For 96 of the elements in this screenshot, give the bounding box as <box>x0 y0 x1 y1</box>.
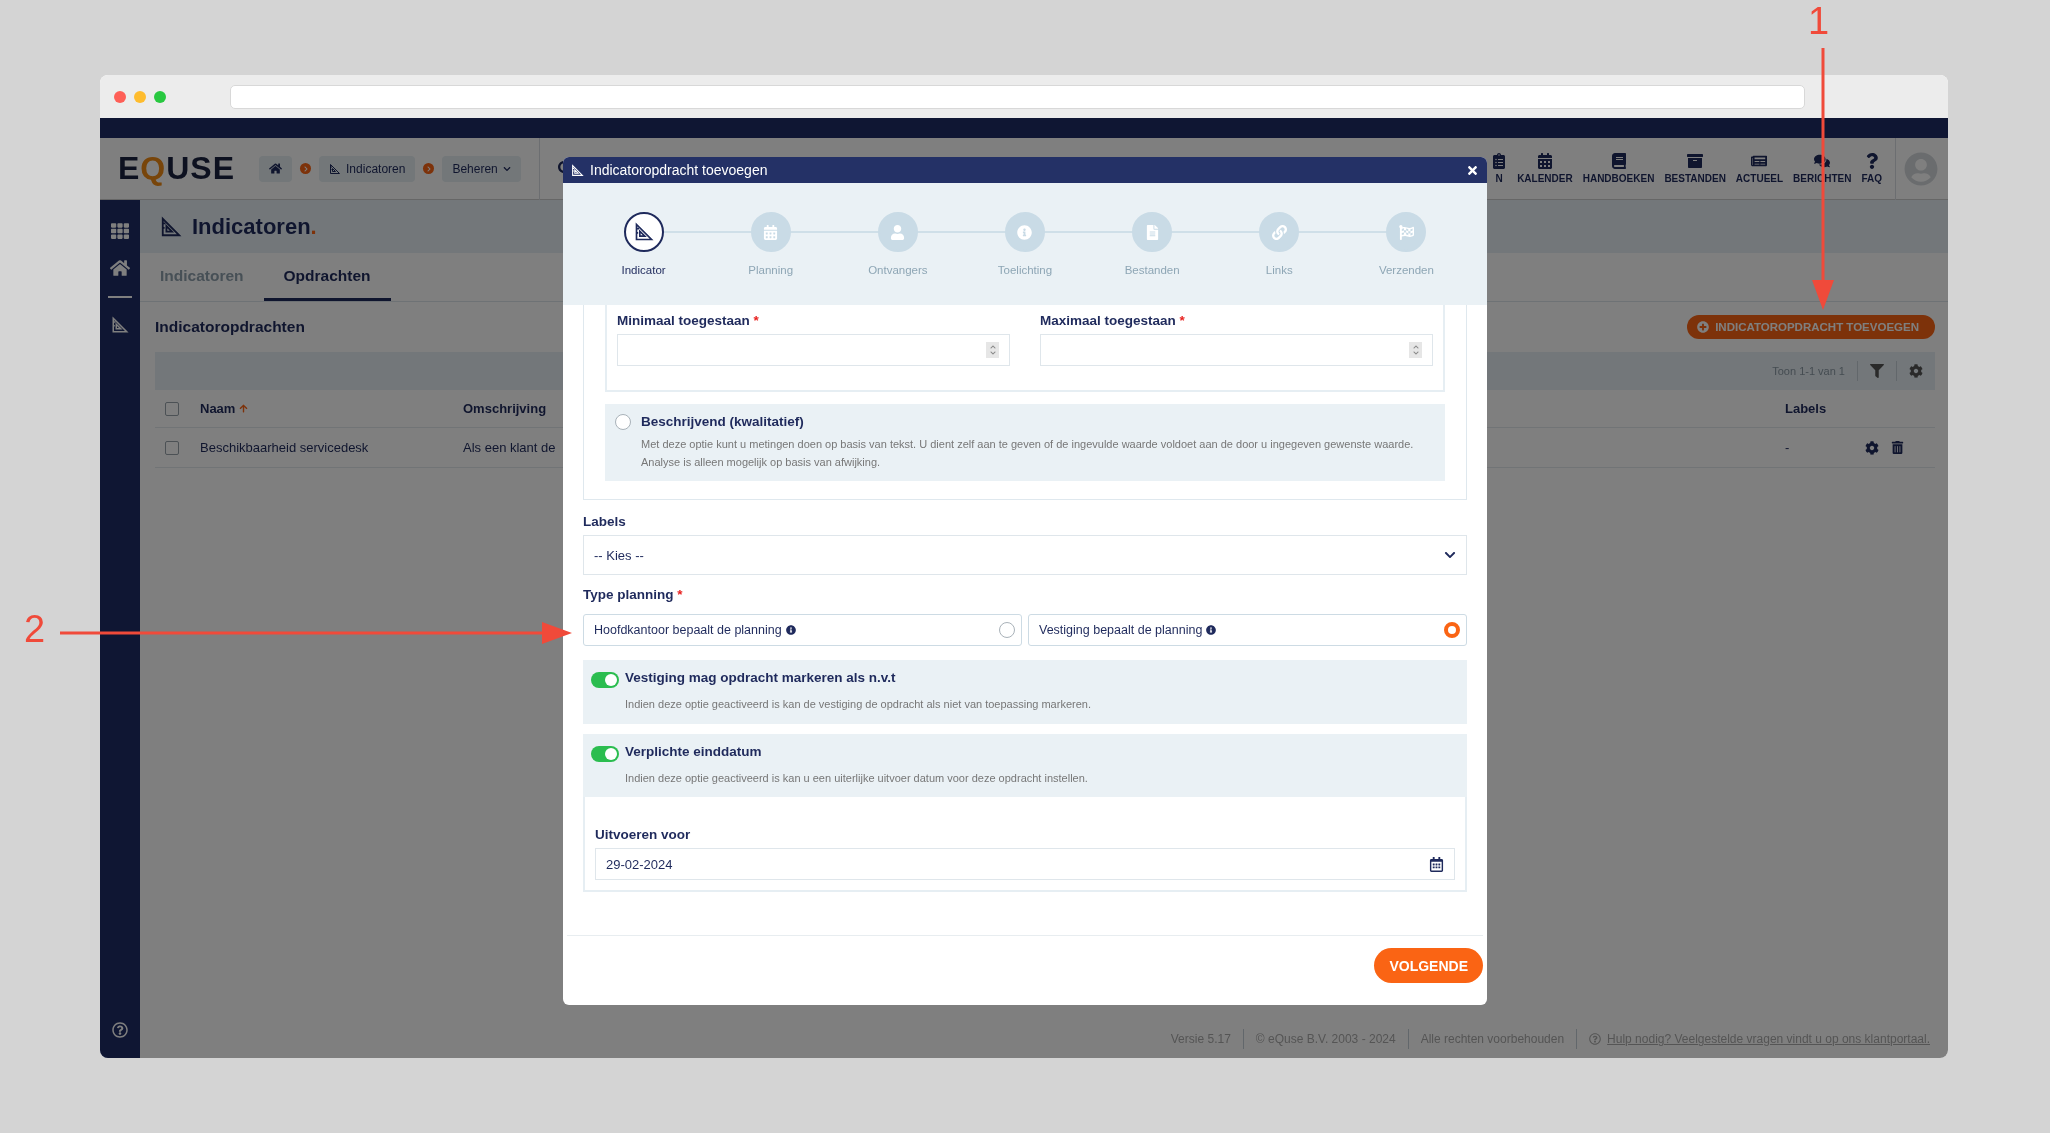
newspaper-icon <box>1751 153 1768 169</box>
chevron-down-icon <box>502 164 511 173</box>
home-icon <box>269 162 283 175</box>
step-label: Ontvangers <box>868 264 928 276</box>
nav-item[interactable]: N <box>1486 153 1513 184</box>
option-label: Hoofdkantoor bepaalt de planning <box>594 623 796 638</box>
step-label: Planning <box>748 264 794 276</box>
filter-icon[interactable] <box>1870 364 1884 378</box>
column-header[interactable]: Naam <box>200 401 463 416</box>
chevron-right-icon <box>300 163 312 174</box>
required-mark: * <box>677 587 683 603</box>
radio-button[interactable] <box>615 414 631 430</box>
link-icon <box>1271 224 1287 240</box>
apps-grid-icon[interactable] <box>111 222 129 240</box>
field-label: Type planning * <box>583 587 684 603</box>
required-mark: * <box>1179 313 1185 328</box>
step-label: Toelichting <box>997 264 1053 276</box>
spinner-icon <box>986 342 999 358</box>
number-field[interactable] <box>1040 334 1433 366</box>
document-icon <box>1144 224 1160 240</box>
manage-dropdown[interactable]: Beheren <box>442 155 521 182</box>
checkbox[interactable] <box>165 440 179 455</box>
step-label: Links <box>1265 264 1293 276</box>
user-icon <box>890 224 906 240</box>
title-dot: . <box>310 213 317 240</box>
table-cell: - <box>1785 440 1790 455</box>
logo: EQUSE <box>118 150 236 187</box>
section-title: Indicatoropdrachten <box>155 318 305 336</box>
address-bar[interactable] <box>230 84 1805 109</box>
archive-box-icon <box>1687 153 1704 169</box>
help-icon <box>1589 1033 1602 1045</box>
checkered-flag-icon <box>1398 224 1414 240</box>
close-window-dot[interactable] <box>114 90 126 103</box>
info-icon <box>1206 625 1217 636</box>
calendar-icon <box>1536 153 1553 169</box>
plus-icon <box>1697 321 1710 333</box>
maximize-window-dot[interactable] <box>154 90 166 103</box>
table-cell: Beschikbaarheid servicedesk <box>200 440 369 455</box>
annotation-number: 2 <box>24 608 46 651</box>
calendar-icon[interactable] <box>1429 856 1444 872</box>
nav-item[interactable]: KALENDER <box>1512 153 1578 184</box>
column-header[interactable]: Labels <box>1785 401 1865 416</box>
labels-select[interactable]: -- Kies -- <box>583 535 1467 576</box>
radio-option[interactable]: Hoofdkantoor bepaalt de planning <box>583 614 1022 647</box>
radio-option[interactable]: Vestiging bepaalt de planning <box>1028 614 1467 647</box>
home-button[interactable] <box>259 155 293 182</box>
step-label: Bestanden <box>1124 264 1180 276</box>
annotation-number: 1 <box>1808 0 1830 43</box>
nav-item[interactable]: FAQ <box>1856 153 1887 184</box>
breadcrumb-link[interactable]: Indicatoren <box>319 155 416 182</box>
help-icon[interactable] <box>112 1022 128 1038</box>
toggle-switch[interactable] <box>591 745 619 762</box>
option-title: Verplichte einddatum <box>625 743 763 761</box>
option-description: Indien deze optie geactiveerd is kan u een uiterlijke uitvoer datum voor deze opdracht instellen. <box>625 770 1089 786</box>
radio-button[interactable] <box>999 622 1015 639</box>
minimize-window-dot[interactable] <box>134 90 146 103</box>
nav-item[interactable]: ACTUEEL <box>1730 153 1789 184</box>
book-icon <box>1610 153 1627 169</box>
date-field[interactable]: 29-02-2024 <box>595 848 1455 881</box>
spinner-icon <box>1409 342 1422 358</box>
add-assignment-button[interactable]: INDICATOROPDRACHT TOEVOEGEN <box>1687 315 1935 339</box>
page-title: Indicatoren <box>192 213 311 240</box>
step-label: Indicator <box>621 264 666 276</box>
next-button[interactable]: VOLGENDE <box>1374 948 1483 983</box>
radio-button[interactable] <box>1444 622 1460 639</box>
info-icon <box>785 625 796 636</box>
field-label: Maximaal toegestaan * <box>1040 313 1186 328</box>
field-label: Labels <box>583 514 627 530</box>
info-icon <box>1017 224 1033 240</box>
trash-icon[interactable] <box>1891 441 1904 454</box>
toggle-switch[interactable] <box>591 672 619 689</box>
option-title: Beschrijvend (kwalitatief) <box>641 414 805 430</box>
option-label: Vestiging bepaalt de planning <box>1039 623 1217 638</box>
home-icon[interactable] <box>110 258 130 278</box>
option-description: Indien deze optie geactiveerd is kan de vestiging de opdracht als niet van toepassing markeren. <box>625 697 1092 713</box>
option-description: Met deze optie kunt u metingen doen op basis van tekst. U dient zelf aan te geven of de ingevulde waarde voldoet aan de door u ingegeven gewenste waarde. Analyse is alleen mogelijk op basis van afwijking. <box>641 437 1415 470</box>
settings-icon[interactable] <box>1909 364 1923 378</box>
dialog-title: Indicatoropdracht toevoegen <box>590 162 769 178</box>
tab[interactable]: Opdrachten <box>263 253 391 301</box>
calendar-icon <box>763 224 779 240</box>
field-label: Uitvoeren voor <box>595 827 692 843</box>
chat-icon <box>1814 153 1831 169</box>
table-cell: Als een klant de <box>463 440 556 455</box>
field-label: Minimaal toegestaan * <box>617 313 760 328</box>
chevron-right-icon <box>423 163 435 174</box>
settings-icon[interactable] <box>1865 440 1879 455</box>
step-label: Verzenden <box>1378 264 1434 276</box>
nav-item[interactable]: HANDBOEKEN <box>1577 153 1660 184</box>
option-title: Vestiging mag opdracht markeren als n.v.t <box>625 670 897 688</box>
required-mark: * <box>753 313 759 328</box>
checkbox[interactable] <box>165 401 179 416</box>
step-circle[interactable] <box>623 212 664 252</box>
clipboard-icon <box>1491 153 1508 169</box>
nav-item[interactable]: BESTANDEN <box>1659 153 1731 184</box>
number-field[interactable] <box>617 334 1010 366</box>
close-icon[interactable] <box>1466 163 1479 177</box>
